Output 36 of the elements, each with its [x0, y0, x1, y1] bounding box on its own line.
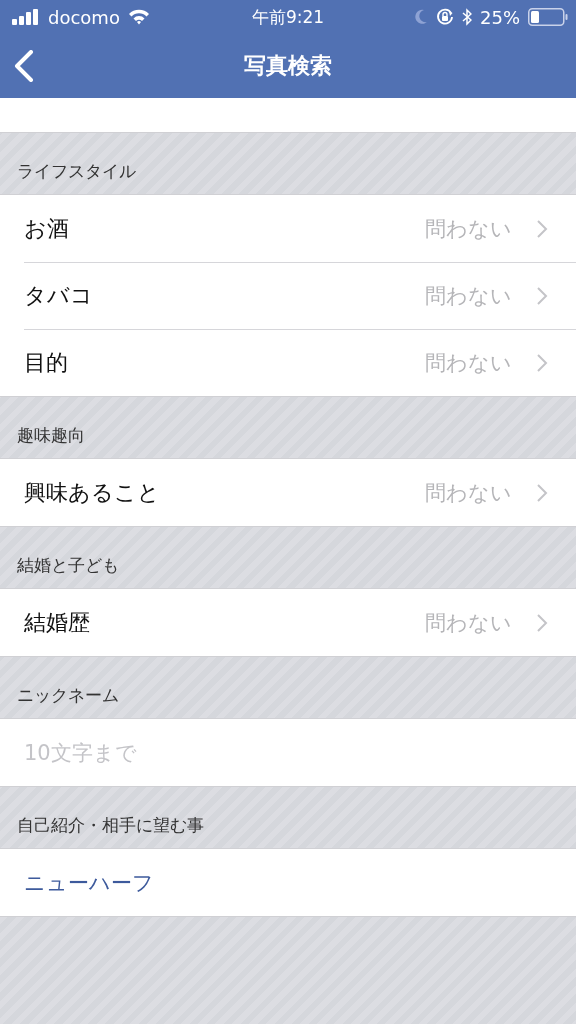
chevron-icon [536, 612, 548, 633]
row-label: 興味あること [24, 478, 161, 507]
row-label: タバコ [24, 281, 94, 310]
list-row[interactable]: 興味あること 問わない [0, 459, 576, 526]
list-row[interactable]: お酒 問わない [0, 195, 576, 262]
section-header: 自己紹介・相手に望む事 [17, 814, 204, 837]
bluetooth-icon [462, 8, 472, 26]
screen-title: 写真検索 [244, 52, 332, 80]
battery-icon [528, 8, 568, 26]
chevron-icon [536, 482, 548, 503]
row-value: 問わない [425, 215, 512, 243]
row-value: 問わない [425, 349, 512, 377]
section-header: 趣味趣向 [17, 424, 85, 447]
rotation-lock-icon [436, 8, 454, 26]
chevron-icon [536, 352, 548, 373]
list-row[interactable]: タバコ 問わない [0, 262, 576, 329]
signal-icon [12, 9, 40, 25]
battery-percentage: 25% [480, 6, 520, 28]
section-header: ライフスタイル [17, 160, 136, 183]
wifi-icon [127, 9, 150, 25]
section-header: 結婚と子ども [17, 554, 119, 577]
row-value: 問わない [425, 609, 512, 637]
chevron-icon [536, 285, 548, 306]
carrier-name: docomo [48, 6, 120, 28]
row-label: 目的 [24, 348, 69, 377]
chevron-icon [536, 218, 548, 239]
row-value: 問わない [425, 282, 512, 310]
status-time: 午前9:21 [251, 5, 325, 29]
row-value: 問わない [425, 479, 512, 507]
row-label: お酒 [24, 214, 70, 243]
back-chevron-icon [14, 50, 34, 82]
section-header: ニックネーム [17, 684, 119, 707]
moon-icon [414, 9, 428, 25]
list-row[interactable]: 目的 問わない [0, 329, 576, 396]
list-row[interactable]: 結婚歴 問わない [0, 589, 576, 656]
row-label: 結婚歴 [24, 608, 91, 637]
